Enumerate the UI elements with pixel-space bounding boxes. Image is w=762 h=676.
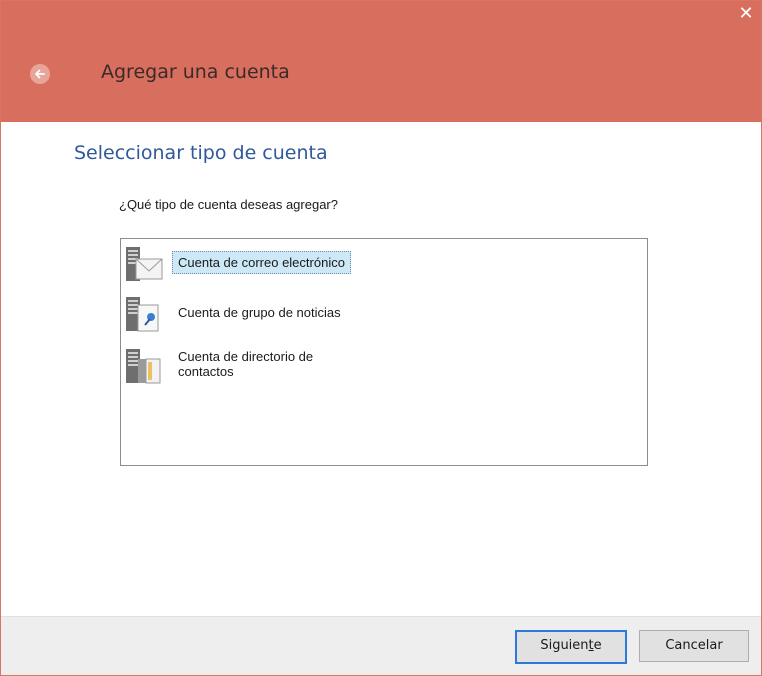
list-item-label: Cuenta de directorio de contactos	[178, 349, 314, 379]
list-item-label: Cuenta de grupo de noticias	[178, 305, 341, 320]
add-account-dialog: ✕ Agregar una cuenta Seleccionar tipo de…	[0, 0, 762, 676]
next-button[interactable]: Siguiente	[515, 630, 627, 664]
list-item-label-box: Cuenta de directorio de contactos	[172, 345, 319, 383]
list-item-directory-account[interactable]: Cuenta de directorio de contactos	[124, 343, 414, 399]
list-item-label-box: Cuenta de correo electrónico	[172, 251, 351, 274]
back-arrow-icon	[35, 69, 45, 79]
title-bar: ✕ Agregar una cuenta	[1, 1, 761, 122]
content-area: Seleccionar tipo de cuenta ¿Qué tipo de …	[1, 122, 761, 616]
question-label: ¿Qué tipo de cuenta deseas agregar?	[119, 197, 338, 212]
list-item-email-account[interactable]: Cuenta de correo electrónico	[124, 241, 414, 289]
list-item-label: Cuenta de correo electrónico	[178, 255, 345, 270]
list-item-newsgroup-account[interactable]: Cuenta de grupo de noticias	[124, 291, 414, 339]
window-title: Agregar una cuenta	[101, 61, 290, 83]
directory-server-icon	[124, 347, 164, 387]
close-icon: ✕	[738, 3, 754, 23]
cancel-button[interactable]: Cancelar	[639, 630, 749, 662]
dialog-footer: Siguiente Cancelar	[1, 616, 761, 675]
close-button[interactable]: ✕	[731, 1, 761, 27]
list-item-label-box: Cuenta de grupo de noticias	[172, 301, 347, 324]
next-button-label-part: e	[593, 638, 602, 653]
mail-server-icon	[124, 245, 164, 285]
news-server-icon	[124, 295, 164, 335]
back-button[interactable]	[30, 64, 50, 84]
page-heading: Seleccionar tipo de cuenta	[74, 142, 328, 164]
account-type-list[interactable]: Cuenta de correo electrónico Cuenta de g…	[120, 238, 648, 466]
next-button-label-part: Siguien	[540, 638, 589, 653]
